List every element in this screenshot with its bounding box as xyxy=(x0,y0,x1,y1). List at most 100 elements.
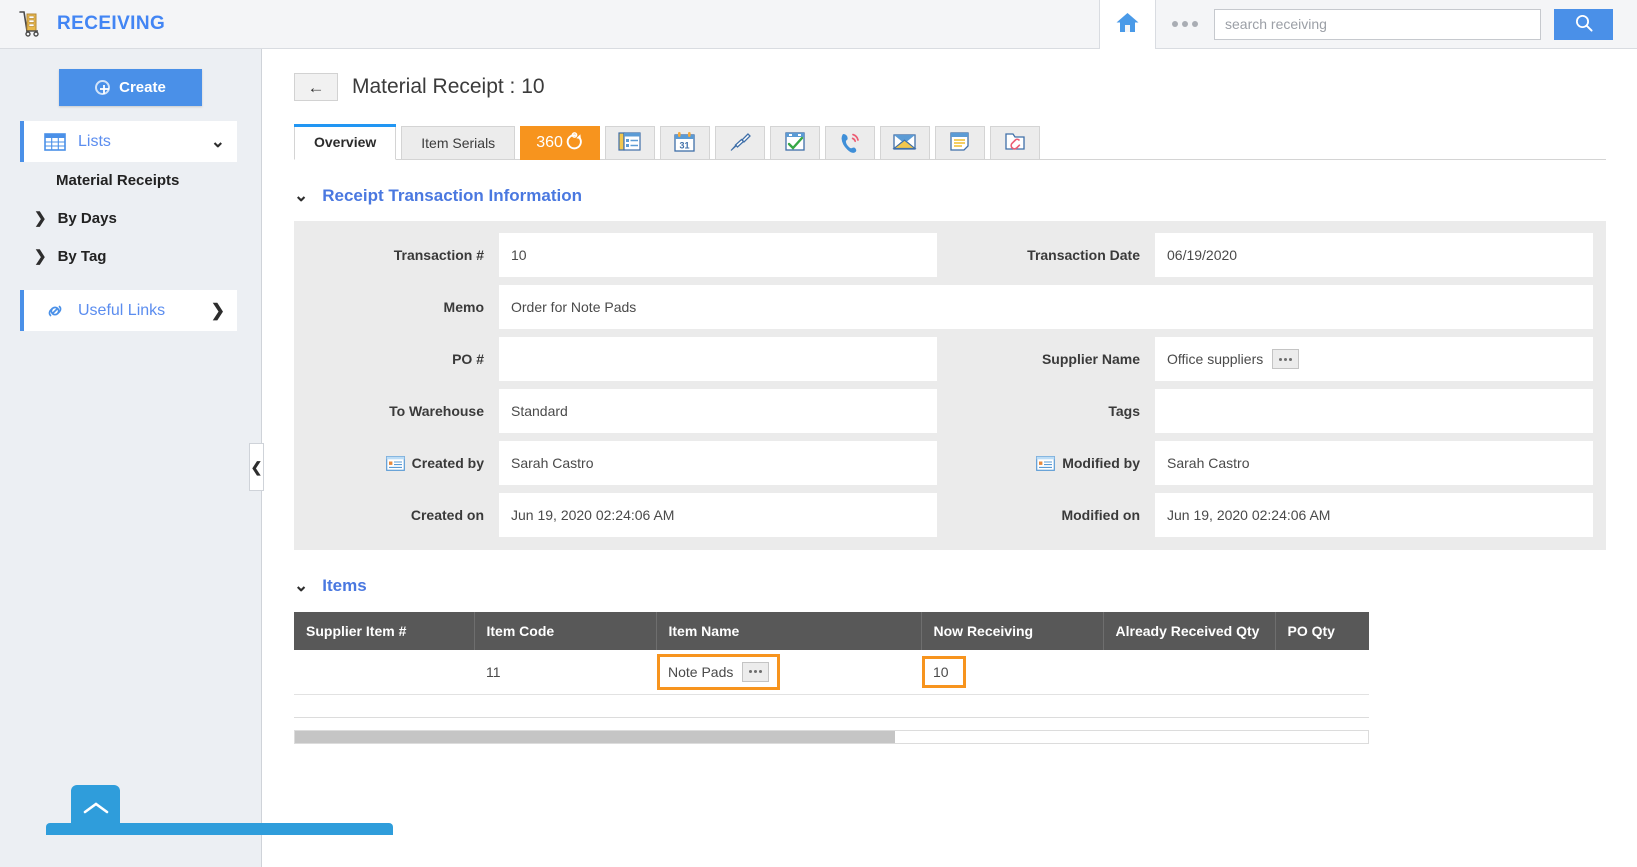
form-row: Transaction # 10 Transaction Date 06/19/… xyxy=(294,229,1606,281)
sidebar-item-label: By Tag xyxy=(58,248,107,265)
page-title: Material Receipt : 10 xyxy=(352,75,545,99)
column-header-item-name[interactable]: Item Name xyxy=(656,612,921,650)
cell-value: 10 xyxy=(933,664,949,680)
overflow-menu-button[interactable] xyxy=(1156,21,1214,27)
create-button-label: Create xyxy=(119,79,166,96)
field-label: Created by xyxy=(294,455,499,471)
column-header-now-receiving[interactable]: Now Receiving xyxy=(921,612,1103,650)
arrow-left-icon: ← xyxy=(308,79,325,96)
modified-by-value: Sarah Castro xyxy=(1155,441,1593,485)
field-value: Sarah Castro xyxy=(511,455,593,471)
field-value: Jun 19, 2020 02:24:06 AM xyxy=(511,507,674,523)
field-label: Created on xyxy=(294,507,499,523)
form-row: Memo Order for Note Pads xyxy=(294,281,1606,333)
column-header-po-qty[interactable]: PO Qty xyxy=(1275,612,1369,650)
field-value: Standard xyxy=(511,403,568,419)
search-button[interactable] xyxy=(1554,9,1613,40)
field-label: Supplier Name xyxy=(950,351,1155,367)
home-button[interactable] xyxy=(1099,0,1156,49)
chevron-down-icon: ⌄ xyxy=(294,576,308,596)
now-receiving-highlight-box[interactable]: 10 xyxy=(922,656,966,688)
tab-360[interactable]: 360 xyxy=(520,126,600,160)
items-table: Supplier Item # Item Code Item Name Now … xyxy=(294,612,1369,695)
field-value: 10 xyxy=(511,247,527,263)
create-button[interactable]: Create xyxy=(59,69,202,106)
cell-now-receiving[interactable]: 10 xyxy=(921,650,1103,694)
tags-input[interactable] xyxy=(1155,389,1593,433)
cell-item-name[interactable]: Note Pads xyxy=(656,650,921,694)
tab-notes[interactable] xyxy=(935,126,985,160)
supplier-name-input[interactable]: Office suppliers xyxy=(1155,337,1593,381)
tab-label: Overview xyxy=(314,134,376,150)
chevron-right-icon: ❯ xyxy=(34,247,47,265)
scroll-to-top-button[interactable] xyxy=(71,785,120,833)
tab-emails[interactable] xyxy=(880,126,930,160)
ellipsis-icon xyxy=(1172,21,1198,27)
cell-po-qty[interactable] xyxy=(1275,650,1369,694)
sidebar-item-useful-links[interactable]: Useful Links ❯ xyxy=(20,290,237,331)
attachment-folder-icon xyxy=(1004,131,1026,155)
sidebar-item-by-tag[interactable]: ❯ By Tag xyxy=(0,237,261,275)
field-po-number: PO # xyxy=(294,333,950,385)
id-card-icon xyxy=(386,456,405,471)
sidebar-item-label: Lists xyxy=(78,133,211,151)
column-header-supplier-item-number[interactable]: Supplier Item # xyxy=(294,612,474,650)
po-number-input[interactable] xyxy=(499,337,937,381)
field-label: Transaction # xyxy=(294,247,499,263)
tab-overview[interactable]: Overview xyxy=(294,124,396,160)
refresh-360-icon xyxy=(565,131,584,155)
main-content: ← Material Receipt : 10 Overview Item Se… xyxy=(263,49,1637,867)
tab-details[interactable] xyxy=(605,126,655,160)
to-warehouse-input[interactable]: Standard xyxy=(499,389,937,433)
sidebar-item-by-days[interactable]: ❯ By Days xyxy=(0,199,261,237)
cell-supplier-item-number[interactable] xyxy=(294,650,474,694)
tab-pinned[interactable] xyxy=(715,126,765,160)
memo-input[interactable]: Order for Note Pads xyxy=(499,285,1593,329)
horizontal-scrollbar[interactable] xyxy=(294,730,1369,744)
search-icon xyxy=(1574,13,1594,36)
transaction-number-input[interactable]: 10 xyxy=(499,233,937,277)
sidebar-item-material-receipts[interactable]: Material Receipts xyxy=(0,162,261,199)
transaction-date-input[interactable]: 06/19/2020 xyxy=(1155,233,1593,277)
field-created-by: Created by Sarah Castro xyxy=(294,437,950,489)
section-header-receipt-transaction-information[interactable]: ⌄ Receipt Transaction Information xyxy=(294,186,1637,206)
field-label: Tags xyxy=(950,403,1155,419)
column-header-already-received-qty[interactable]: Already Received Qty xyxy=(1103,612,1275,650)
calendar-31-icon: 31 xyxy=(673,131,696,156)
chevron-right-icon: ❯ xyxy=(211,302,225,319)
svg-text:31: 31 xyxy=(680,140,690,150)
field-value: 06/19/2020 xyxy=(1167,247,1237,263)
back-button[interactable]: ← xyxy=(294,73,338,101)
table-row[interactable]: 11 Note Pads 10 xyxy=(294,650,1369,694)
column-header-item-code[interactable]: Item Code xyxy=(474,612,656,650)
cell-item-code[interactable]: 11 xyxy=(474,650,656,694)
item-name-highlight-box[interactable]: Note Pads xyxy=(657,654,780,690)
cell-value: Note Pads xyxy=(668,664,733,680)
cell-already-received-qty[interactable] xyxy=(1103,650,1275,694)
field-supplier-name: Supplier Name Office suppliers xyxy=(950,333,1606,385)
tab-calendar[interactable]: 31 xyxy=(660,126,710,160)
search-input[interactable] xyxy=(1214,9,1541,40)
top-bar-right xyxy=(1099,0,1637,49)
field-to-warehouse: To Warehouse Standard xyxy=(294,385,950,437)
field-label: PO # xyxy=(294,351,499,367)
modified-on-value: Jun 19, 2020 02:24:06 AM xyxy=(1155,493,1593,537)
tab-attachments[interactable] xyxy=(990,126,1040,160)
sidebar-item-lists[interactable]: Lists ⌄ xyxy=(20,121,237,162)
horizontal-scrollbar-thumb[interactable] xyxy=(295,731,895,743)
tab-calls[interactable] xyxy=(825,126,875,160)
tab-tasks[interactable] xyxy=(770,126,820,160)
form-row: Created by Sarah Castro xyxy=(294,437,1606,489)
grid-list-icon xyxy=(44,133,66,151)
tab-item-serials[interactable]: Item Serials xyxy=(401,126,515,160)
field-tags: Tags xyxy=(950,385,1606,437)
section-header-items[interactable]: ⌄ Items xyxy=(294,576,1637,596)
supplier-name-lookup-button[interactable] xyxy=(1272,349,1299,369)
item-name-lookup-button[interactable] xyxy=(742,662,769,682)
table-divider xyxy=(294,717,1369,718)
app-brand[interactable]: RECEIVING xyxy=(0,9,165,39)
sidebar-item-label: By Days xyxy=(58,210,117,227)
sidebar-collapse-handle[interactable]: ❮ xyxy=(249,443,264,491)
form-row: PO # Supplier Name Office suppliers xyxy=(294,333,1606,385)
task-checklist-icon xyxy=(784,131,806,155)
